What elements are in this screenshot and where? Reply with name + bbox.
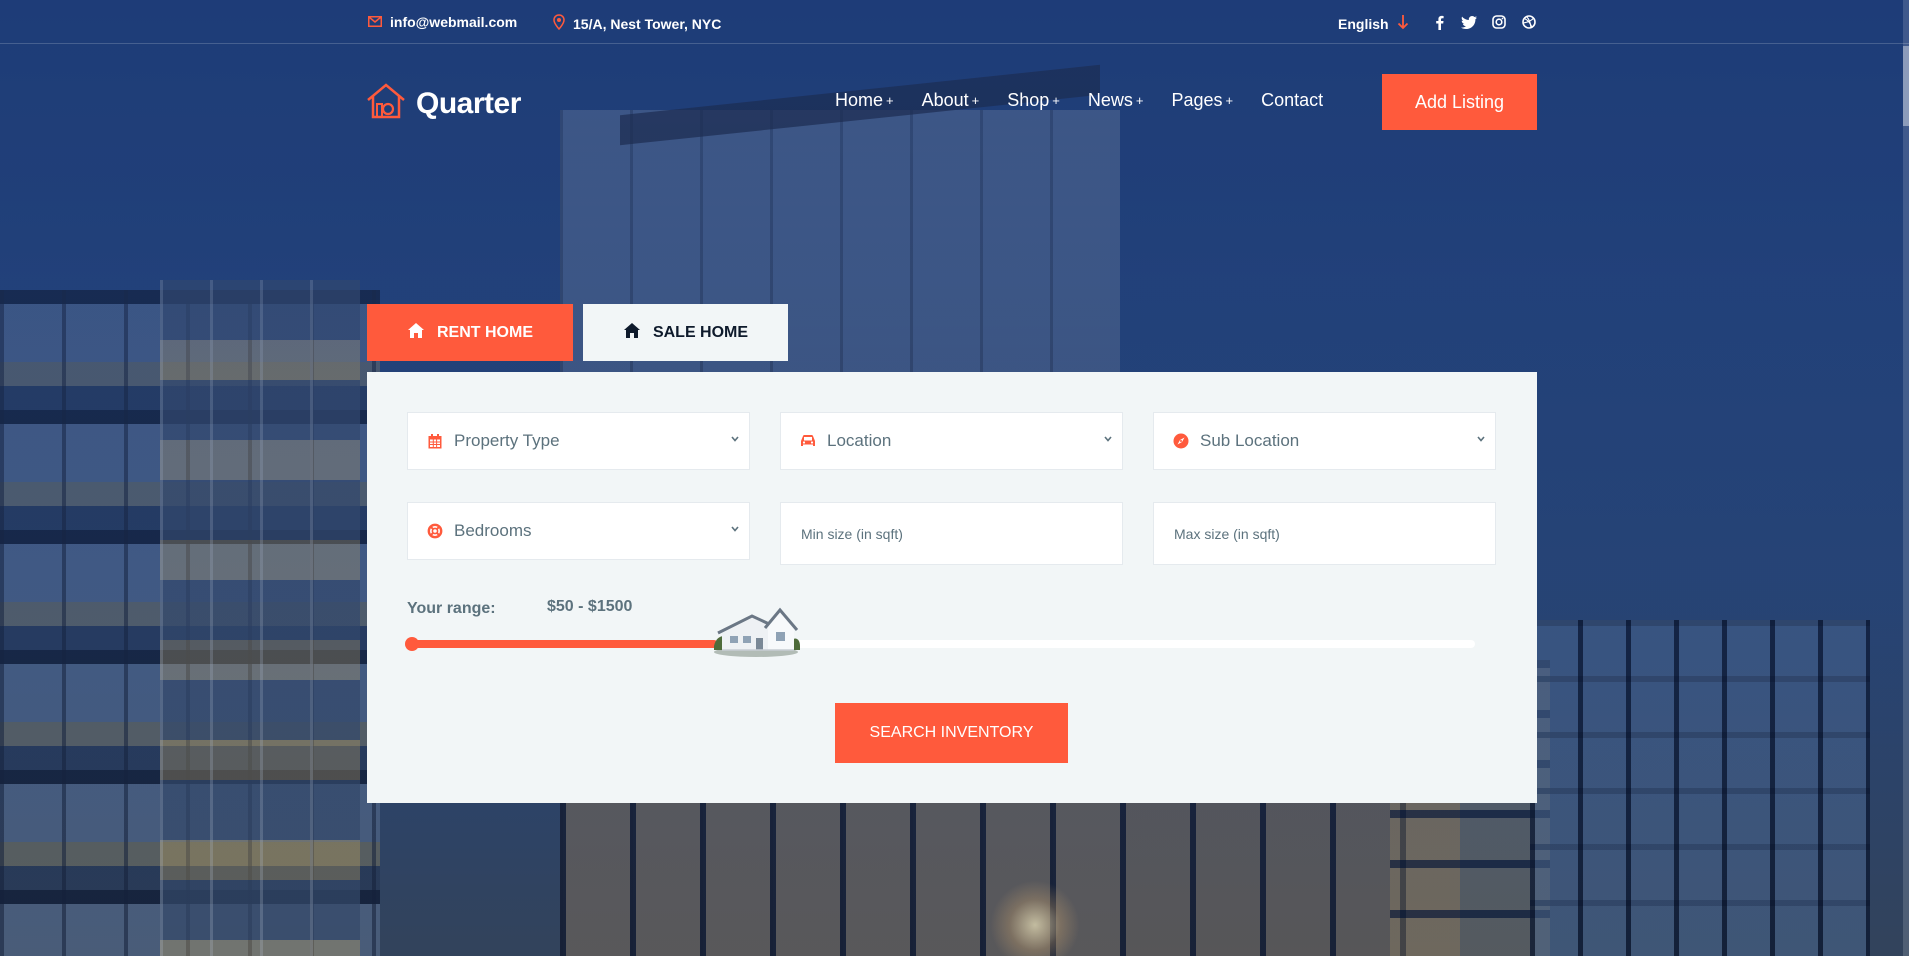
social-links: [1431, 14, 1537, 30]
home-icon: [407, 322, 425, 344]
price-range-slider[interactable]: [405, 607, 1475, 657]
chevron-down-icon: [1477, 433, 1485, 445]
facebook-icon[interactable]: [1431, 14, 1447, 30]
property-type-select[interactable]: Property Type: [407, 412, 750, 470]
mail-icon: [368, 14, 382, 30]
chevron-down-icon: [1104, 433, 1112, 445]
chevron-down-icon: [731, 523, 739, 535]
bedrooms-select[interactable]: Bedrooms: [407, 502, 750, 560]
dribbble-icon[interactable]: [1521, 14, 1537, 30]
arrow-down-icon: [1397, 14, 1409, 33]
max-size-input[interactable]: [1153, 502, 1496, 565]
car-icon: [799, 432, 817, 450]
range-min-handle[interactable]: [405, 637, 419, 651]
nav-item-home[interactable]: Home +: [835, 90, 894, 111]
price-range-value: $50 - $1500: [547, 598, 633, 615]
add-listing-button[interactable]: Add Listing: [1382, 74, 1537, 130]
map-pin-icon: [553, 14, 565, 33]
tab-label: SALE HOME: [652, 323, 749, 341]
plus-icon: +: [1135, 93, 1144, 108]
scrollbar-thumb[interactable]: [1903, 46, 1909, 126]
life-ring-icon: [426, 522, 444, 540]
plus-icon: +: [886, 93, 894, 108]
tab-rent-home[interactable]: RENT HOME: [367, 304, 573, 361]
location-select[interactable]: Location: [780, 412, 1123, 470]
instagram-icon[interactable]: [1491, 14, 1507, 30]
bedrooms-value: Bedrooms: [454, 521, 532, 540]
topbar-email-text: info@webmail.com: [390, 14, 518, 30]
language-label: English: [1338, 15, 1389, 32]
calendar-icon: [426, 432, 444, 450]
tab-label: RENT HOME: [437, 323, 533, 341]
home-icon: [623, 322, 641, 344]
search-panel: Property Type Location Sub Location Bedr…: [367, 372, 1537, 803]
nav-item-news[interactable]: News +: [1088, 90, 1144, 111]
nav-item-label: News: [1087, 90, 1133, 110]
logo-text: Quarter: [416, 86, 521, 120]
compass-icon: [1172, 432, 1190, 450]
nav-item-shop[interactable]: Shop +: [1007, 90, 1060, 111]
min-size-input[interactable]: [780, 502, 1123, 565]
nav-item-label: Home: [835, 90, 884, 110]
top-bar: info@webmail.com 15/A, Nest Tower, NYC E…: [0, 0, 1909, 44]
plus-icon: +: [971, 93, 980, 108]
price-range-fill: [409, 640, 718, 648]
sub-location-value: Sub Location: [1200, 431, 1300, 450]
tab-sale-home[interactable]: SALE HOME: [583, 304, 788, 361]
plus-icon: +: [1225, 93, 1234, 108]
topbar-email[interactable]: info@webmail.com: [368, 14, 517, 30]
house-logo-icon: [366, 82, 406, 125]
chevron-down-icon: [731, 433, 739, 445]
nav-item-about[interactable]: About +: [922, 90, 980, 111]
site-logo[interactable]: Quarter: [366, 82, 521, 125]
nav-item-label: Pages: [1171, 90, 1223, 110]
nav-item-label: Shop: [1007, 90, 1050, 110]
property-type-value: Property Type: [454, 431, 560, 450]
nav-item-label: Contact: [1261, 90, 1324, 110]
nav-item-pages[interactable]: Pages +: [1172, 90, 1234, 111]
twitter-icon[interactable]: [1461, 14, 1477, 30]
range-max-handle-house-icon[interactable]: [710, 606, 802, 658]
topbar-address: 15/A, Nest Tower, NYC: [553, 14, 721, 33]
topbar-address-text: 15/A, Nest Tower, NYC: [573, 15, 722, 32]
nav-item-label: About: [921, 90, 969, 110]
plus-icon: +: [1052, 93, 1060, 108]
page-scrollbar[interactable]: [1903, 0, 1909, 956]
sub-location-select[interactable]: Sub Location: [1153, 412, 1496, 470]
nav-item-contact[interactable]: Contact: [1261, 90, 1323, 111]
price-range-label: Your range:: [407, 600, 496, 617]
search-inventory-button[interactable]: SEARCH INVENTORY: [835, 703, 1068, 763]
language-selector[interactable]: English: [1338, 14, 1409, 33]
main-nav: Home + About + Shop + News + Pages + Contact: [835, 90, 1323, 111]
location-value: Location: [827, 431, 892, 450]
